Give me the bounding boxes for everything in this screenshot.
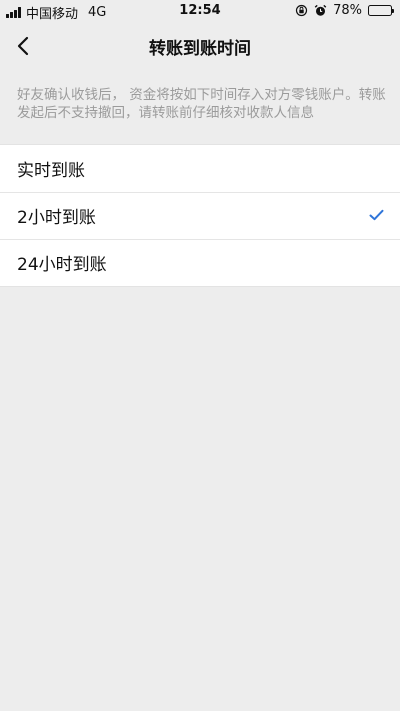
transfer-tip-text: 好友确认收钱后， 资金将按如下时间存入对方零钱账户。转账发起后不支持撤回，请转账… xyxy=(17,87,386,121)
arrival-time-options: 实时到账 2小时到账 24小时到账 xyxy=(0,144,400,287)
navigation-bar: 转账到账时间 xyxy=(0,22,400,70)
option-label: 2小时到账 xyxy=(17,208,96,228)
alarm-icon xyxy=(314,4,327,16)
option-2-hours[interactable]: 2小时到账 xyxy=(0,192,400,239)
page-title: 转账到账时间 xyxy=(149,39,251,59)
option-label: 24小时到账 xyxy=(17,255,107,275)
option-label: 实时到账 xyxy=(17,161,85,181)
battery-percent: 78% xyxy=(333,3,362,18)
option-24-hours[interactable]: 24小时到账 xyxy=(0,239,400,286)
orientation-lock-icon xyxy=(295,4,308,17)
battery-icon xyxy=(368,5,394,16)
status-bar: 中国移动 4G 12:54 78% xyxy=(0,0,400,22)
checkmark-icon xyxy=(369,209,384,221)
option-realtime[interactable]: 实时到账 xyxy=(0,145,400,192)
status-right: 78% xyxy=(295,3,394,18)
